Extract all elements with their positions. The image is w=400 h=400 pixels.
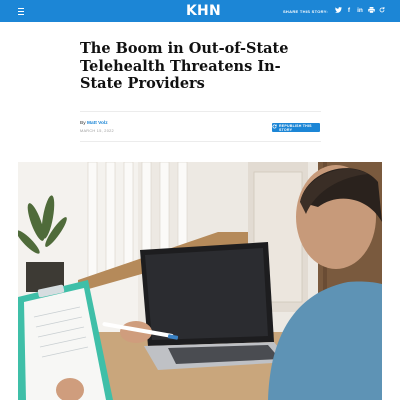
hero-image bbox=[18, 162, 382, 400]
share-bar: SHARE THIS STORY: f in bbox=[283, 0, 386, 22]
site-header: KHN SHARE THIS STORY: f in bbox=[0, 0, 400, 22]
print-icon[interactable] bbox=[367, 6, 375, 16]
linkedin-icon[interactable]: in bbox=[356, 7, 364, 15]
republish-icon bbox=[272, 124, 277, 131]
divider bbox=[80, 141, 321, 142]
republish-icon[interactable] bbox=[378, 6, 386, 16]
republish-label: REPUBLISH THIS STORY bbox=[279, 123, 312, 132]
telehealth-photo bbox=[18, 162, 382, 400]
facebook-icon[interactable]: f bbox=[345, 7, 353, 15]
article-title: The Boom in Out-of-State Telehealth Thre… bbox=[80, 40, 289, 92]
publish-date: MARCH 15, 2022 bbox=[80, 129, 114, 133]
twitter-icon[interactable] bbox=[334, 6, 342, 16]
byline: By Matt Volz bbox=[80, 121, 108, 126]
site-logo[interactable]: KHN bbox=[186, 3, 221, 19]
menu-icon[interactable] bbox=[18, 6, 28, 16]
divider bbox=[80, 111, 321, 112]
byline-prefix: By bbox=[80, 121, 86, 126]
republish-button[interactable]: REPUBLISH THIS STORY bbox=[272, 123, 320, 132]
author-link[interactable]: Matt Volz bbox=[87, 121, 108, 126]
share-label: SHARE THIS STORY: bbox=[282, 8, 328, 14]
